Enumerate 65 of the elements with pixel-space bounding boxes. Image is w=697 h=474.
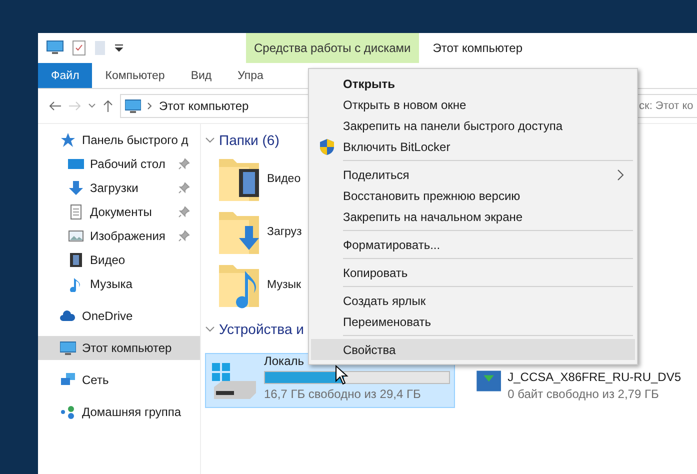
- network-icon: [60, 372, 76, 388]
- sidebar-item[interactable]: Домашняя группа: [38, 400, 200, 424]
- menu-item[interactable]: Создать ярлык: [311, 290, 635, 311]
- menu-item[interactable]: Закрепить на панели быстрого доступа: [311, 115, 635, 136]
- sidebar-item[interactable]: Панель быстрого д: [38, 128, 200, 152]
- star-icon: [60, 132, 76, 148]
- sidebar-item[interactable]: Этот компьютер: [38, 336, 200, 360]
- folder-item[interactable]: Загруз: [205, 205, 302, 258]
- pin-icon: [178, 206, 190, 218]
- desktop-icon: [68, 156, 84, 172]
- sidebar-item[interactable]: Музыка: [38, 272, 200, 296]
- up-icon[interactable]: [102, 99, 114, 113]
- pin-icon: [178, 158, 190, 170]
- mouse-cursor-icon: [335, 365, 349, 385]
- chevron-icon: [205, 135, 215, 145]
- computer-icon: [125, 98, 141, 114]
- section-header[interactable]: Устройства и: [219, 321, 304, 337]
- drive-name: J_CCSA_X86FRE_RU-RU_DV5: [508, 370, 681, 384]
- computer-icon: [60, 340, 76, 356]
- menu-item[interactable]: Копировать: [311, 262, 635, 283]
- document-icon: [68, 204, 84, 220]
- menu-item[interactable]: Открыть: [311, 73, 635, 94]
- sidebar-item[interactable]: Изображения: [38, 224, 200, 248]
- sidebar-item[interactable]: OneDrive: [38, 304, 200, 328]
- sidebar-item[interactable]: Видео: [38, 248, 200, 272]
- shield-icon: [319, 138, 335, 156]
- sidebar-item[interactable]: Рабочий стол: [38, 152, 200, 176]
- chevron-icon: [205, 324, 215, 334]
- address-text: Этот компьютер: [159, 99, 249, 113]
- window-title: Этот компьютер: [432, 41, 522, 55]
- ribbon-tab[interactable]: Упра: [224, 63, 276, 88]
- menu-item[interactable]: Включить BitLocker: [311, 136, 635, 157]
- menu-item[interactable]: Поделиться: [311, 164, 635, 185]
- sidebar-item[interactable]: Сеть: [38, 368, 200, 392]
- menu-item[interactable]: Переименовать: [311, 311, 635, 332]
- ribbon-tab[interactable]: Компьютер: [92, 63, 178, 88]
- menu-item[interactable]: Восстановить прежнюю версию: [311, 185, 635, 206]
- folder-item[interactable]: Видео: [205, 152, 301, 205]
- sidebar-item[interactable]: Документы: [38, 200, 200, 224]
- menu-item[interactable]: Форматировать...: [311, 234, 635, 255]
- computer-icon[interactable]: [46, 40, 64, 56]
- dropdown-icon[interactable]: [114, 43, 124, 53]
- film-icon: [68, 252, 84, 268]
- drive-name: Локаль: [264, 354, 304, 368]
- checklist-icon[interactable]: [72, 40, 86, 56]
- folder-item[interactable]: Музык: [205, 258, 302, 311]
- contextual-tab[interactable]: Средства работы с дисками: [246, 33, 419, 63]
- ribbon-tab[interactable]: Вид: [178, 63, 225, 88]
- cloud-icon: [60, 308, 76, 324]
- menu-item[interactable]: Свойства: [311, 339, 635, 360]
- chevron-icon: [147, 102, 153, 110]
- section-header[interactable]: Папки (6): [219, 132, 280, 148]
- back-icon[interactable]: [48, 100, 62, 112]
- download-icon: [68, 180, 84, 196]
- drive-free-space: 16,7 ГБ свободно из 29,4 ГБ: [264, 387, 421, 401]
- pin-icon: [178, 182, 190, 194]
- picture-icon: [68, 228, 84, 244]
- sidebar-item[interactable]: Загрузки: [38, 176, 200, 200]
- ribbon-tab[interactable]: Файл: [38, 63, 92, 88]
- chevron-icon[interactable]: [88, 102, 96, 110]
- menu-item[interactable]: Закрепить на начальном экране: [311, 206, 635, 227]
- pin-icon: [178, 230, 190, 242]
- homegroup-icon: [60, 404, 76, 420]
- drive-free-space: 0 байт свободно из 2,79 ГБ: [508, 387, 659, 401]
- drive-icon: [210, 360, 258, 400]
